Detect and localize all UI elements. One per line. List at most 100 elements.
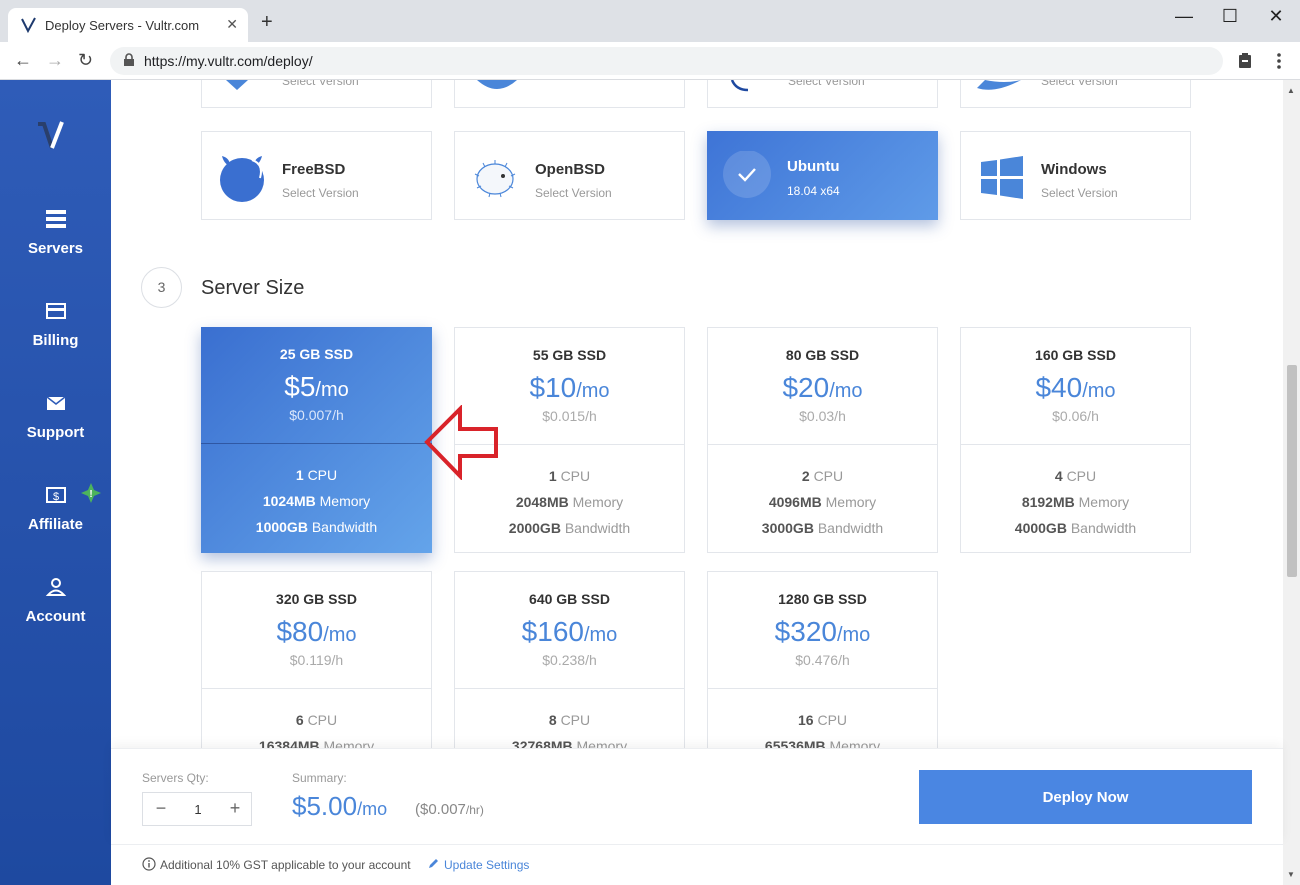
plan-price: $320/mo xyxy=(774,616,871,647)
maximize-icon[interactable]: ☐ xyxy=(1220,6,1240,27)
extension-icon[interactable] xyxy=(1236,52,1254,70)
browser-toolbar: ← → ↻ https://my.vultr.com/deploy/ xyxy=(0,42,1300,80)
svg-text:!: ! xyxy=(89,489,92,500)
sidebar-item-label: Account xyxy=(25,608,86,625)
scrollbar[interactable]: ▲ ▼ xyxy=(1283,80,1300,885)
plan-specs: 4 CPU 8192MB Memory 4000GB Bandwidth xyxy=(1014,468,1137,536)
os-card[interactable]: Select Version xyxy=(960,80,1191,108)
qty-increment-button[interactable]: + xyxy=(225,798,245,819)
plan-storage: 640 GB SSD xyxy=(529,591,610,607)
plan-price: $40/mo xyxy=(1035,372,1116,403)
sidebar-item-label: Affiliate xyxy=(27,516,83,533)
plan-card[interactable]: 25 GB SSD $5/mo $0.007/h 1 CPU 1024MB Me… xyxy=(201,327,432,553)
os-name: Windows xyxy=(1041,161,1107,178)
summary-label: Summary: xyxy=(292,771,347,785)
plan-hourly: $0.119/h xyxy=(289,652,344,668)
annotation-arrow-icon xyxy=(424,405,498,480)
plan-specs: 1 CPU 1024MB Memory 1000GB Bandwidth xyxy=(255,467,378,535)
os-card[interactable]: Select Version xyxy=(201,80,432,108)
os-logo-icon xyxy=(226,80,248,90)
pencil-icon[interactable] xyxy=(428,857,440,869)
back-arrow-icon[interactable]: ← xyxy=(14,50,32,71)
os-card[interactable] xyxy=(454,80,685,108)
os-name: OpenBSD xyxy=(535,161,606,178)
quantity-stepper[interactable]: − 1 + xyxy=(142,792,252,826)
dollar-bill-icon: $ xyxy=(45,487,66,503)
plan-card[interactable]: 160 GB SSD $40/mo $0.06/h 4 CPU 8192MB M… xyxy=(960,327,1191,553)
browser-tab[interactable]: Deploy Servers - Vultr.com ✕ xyxy=(8,8,248,42)
summary-price: $5.00/mo xyxy=(292,791,388,821)
os-card-windows[interactable]: Windows Select Version xyxy=(960,131,1191,220)
os-card[interactable]: Select Version xyxy=(707,80,938,108)
sidebar-item-billing[interactable]: Billing xyxy=(0,300,111,350)
plan-price: $10/mo xyxy=(529,372,610,403)
scroll-down-icon[interactable]: ▼ xyxy=(1287,870,1295,879)
summary-hourly: ($0.007/hr) xyxy=(415,801,484,818)
new-tab-button[interactable]: + xyxy=(261,12,273,32)
section-title: Server Size xyxy=(201,277,305,299)
os-logo-icon xyxy=(977,80,1021,90)
servers-icon xyxy=(45,210,66,228)
plan-price: $20/mo xyxy=(782,372,863,403)
os-version-label: Select Version xyxy=(1041,80,1118,88)
sidebar-item-label: Servers xyxy=(27,240,84,257)
deploy-now-button[interactable]: Deploy Now xyxy=(919,770,1252,824)
os-card-openbsd[interactable]: OpenBSD Select Version xyxy=(454,131,685,220)
plan-storage: 1280 GB SSD xyxy=(778,591,867,607)
reload-icon[interactable]: ↻ xyxy=(78,50,93,71)
os-version-label: 18.04 x64 xyxy=(787,184,840,198)
minimize-icon[interactable]: — xyxy=(1174,6,1194,27)
menu-kebab-icon[interactable] xyxy=(1270,52,1288,70)
lock-icon xyxy=(124,53,134,66)
scroll-thumb[interactable] xyxy=(1287,365,1297,577)
windows-icon xyxy=(981,156,1023,199)
os-version-label: Select Version xyxy=(282,80,359,88)
address-bar[interactable]: https://my.vultr.com/deploy/ xyxy=(110,47,1223,75)
os-card-freebsd[interactable]: FreeBSD Select Version xyxy=(201,131,432,220)
info-icon xyxy=(142,857,156,871)
freebsd-icon xyxy=(220,156,264,202)
os-card-ubuntu[interactable]: Ubuntu 18.04 x64 xyxy=(707,131,938,220)
plan-hourly: $0.06/h xyxy=(1052,408,1099,424)
sidebar-item-label: Support xyxy=(26,424,85,441)
os-version-label: Select Version xyxy=(535,186,612,200)
plan-hourly: $0.007/h xyxy=(289,407,344,423)
plan-price: $160/mo xyxy=(521,616,618,647)
os-logo-icon xyxy=(730,80,749,92)
plan-header: 80 GB SSD $20/mo $0.03/h xyxy=(708,328,937,445)
tab-close-icon[interactable]: ✕ xyxy=(226,16,238,33)
plan-header: 1280 GB SSD $320/mo $0.476/h xyxy=(708,572,937,689)
plan-storage: 25 GB SSD xyxy=(279,346,354,362)
tab-title: Deploy Servers - Vultr.com xyxy=(45,18,200,33)
deploy-bar: Servers Qty: − 1 + Summary: $5.00/mo ($0… xyxy=(111,748,1283,844)
footer: Additional 10% GST applicable to your ac… xyxy=(111,844,1283,885)
qty-label: Servers Qty: xyxy=(142,771,209,785)
os-name: Ubuntu xyxy=(787,158,840,175)
url-text: https://my.vultr.com/deploy/ xyxy=(144,53,313,69)
plan-hourly: $0.476/h xyxy=(795,652,850,668)
plan-storage: 160 GB SSD xyxy=(1035,347,1116,363)
update-settings-link[interactable]: Update Settings xyxy=(444,858,529,872)
plan-storage: 55 GB SSD xyxy=(532,347,607,363)
os-version-label: Select Version xyxy=(1041,186,1118,200)
checkmark-icon xyxy=(723,151,771,198)
gst-notice: Additional 10% GST applicable to your ac… xyxy=(160,858,411,872)
plan-header: 160 GB SSD $40/mo $0.06/h xyxy=(961,328,1190,445)
plan-card[interactable]: 80 GB SSD $20/mo $0.03/h 2 CPU 4096MB Me… xyxy=(707,327,938,553)
credit-card-icon xyxy=(45,303,66,319)
plan-hourly: $0.238/h xyxy=(542,652,597,668)
sidebar-item-servers[interactable]: Servers xyxy=(0,208,111,258)
sidebar-item-account[interactable]: Account xyxy=(0,576,111,626)
forward-arrow-icon[interactable]: → xyxy=(46,50,64,71)
plan-storage: 320 GB SSD xyxy=(276,591,357,607)
vultr-logo[interactable] xyxy=(36,120,76,156)
sidebar-item-label: Billing xyxy=(32,332,79,349)
os-logo-icon xyxy=(477,80,517,89)
sidebar-item-support[interactable]: Support xyxy=(0,392,111,442)
scroll-up-icon[interactable]: ▲ xyxy=(1287,86,1295,95)
step-number: 3 xyxy=(141,267,182,308)
svg-text:$: $ xyxy=(52,491,58,503)
plan-price: $80/mo xyxy=(276,616,357,647)
sidebar: Servers Billing Support $ Affiliate ! Ac… xyxy=(0,80,111,885)
close-window-icon[interactable]: ✕ xyxy=(1266,6,1286,27)
